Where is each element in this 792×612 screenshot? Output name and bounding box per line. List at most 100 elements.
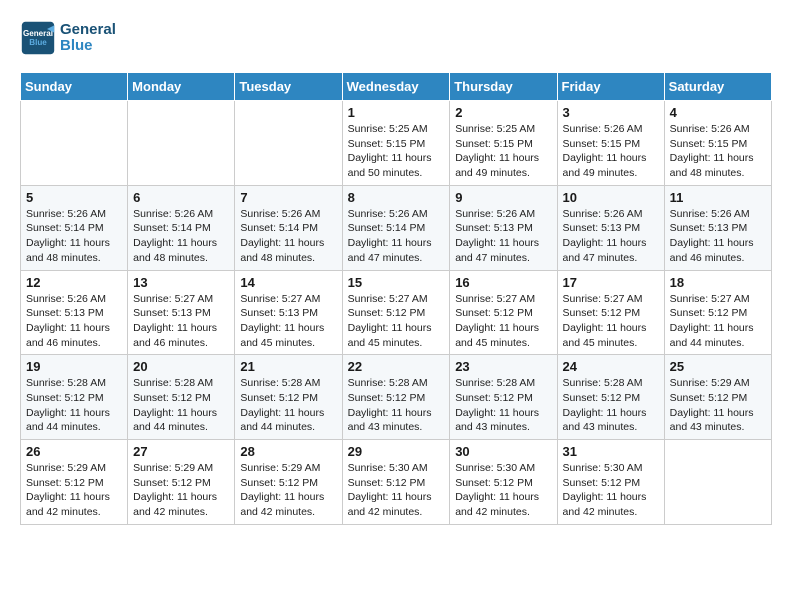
day-info: Sunrise: 5:28 AM Sunset: 5:12 PM Dayligh… — [240, 376, 336, 435]
calendar-header-row: SundayMondayTuesdayWednesdayThursdayFrid… — [21, 73, 772, 101]
calendar-cell: 12 Sunrise: 5:26 AM Sunset: 5:13 PM Dayli… — [21, 270, 128, 355]
logo: General Blue General Blue — [20, 20, 116, 56]
calendar-cell: 17 Sunrise: 5:27 AM Sunset: 5:12 PM Dayli… — [557, 270, 664, 355]
day-info: Sunrise: 5:26 AM Sunset: 5:15 PM Dayligh… — [670, 122, 766, 181]
calendar-cell: 31Sunrise: 5:30 AM Sunset: 5:12 PM Dayli… — [557, 440, 664, 525]
calendar-cell: 29 Sunrise: 5:30 AM Sunset: 5:12 PM Dayli… — [342, 440, 450, 525]
calendar-cell: 22Sunrise: 5:28 AM Sunset: 5:12 PM Dayli… — [342, 355, 450, 440]
day-number: 12 — [26, 275, 122, 290]
day-info: Sunrise: 5:29 AM Sunset: 5:12 PM Dayligh… — [240, 461, 336, 520]
svg-text:General: General — [23, 29, 53, 38]
day-info: Sunrise: 5:26 AM Sunset: 5:13 PM Dayligh… — [455, 207, 551, 266]
day-info: Sunrise: 5:25 AM Sunset: 5:15 PM Dayligh… — [455, 122, 551, 181]
day-number: 30 — [455, 444, 551, 459]
day-info: Sunrise: 5:26 AM Sunset: 5:14 PM Dayligh… — [348, 207, 445, 266]
calendar-cell: 9 Sunrise: 5:26 AM Sunset: 5:13 PM Daylig… — [450, 185, 557, 270]
calendar-cell: 4 Sunrise: 5:26 AM Sunset: 5:15 PM Daylig… — [664, 101, 771, 186]
column-header-sunday: Sunday — [21, 73, 128, 101]
day-number: 19 — [26, 359, 122, 374]
day-number: 29 — [348, 444, 445, 459]
calendar-cell: 28 Sunrise: 5:29 AM Sunset: 5:12 PM Dayli… — [235, 440, 342, 525]
column-header-thursday: Thursday — [450, 73, 557, 101]
calendar-week-row: 5Sunrise: 5:26 AM Sunset: 5:14 PM Daylig… — [21, 185, 772, 270]
day-number: 23 — [455, 359, 551, 374]
day-info: Sunrise: 5:27 AM Sunset: 5:12 PM Dayligh… — [670, 292, 766, 351]
calendar-week-row: 12 Sunrise: 5:26 AM Sunset: 5:13 PM Dayli… — [21, 270, 772, 355]
day-info: Sunrise: 5:30 AM Sunset: 5:12 PM Dayligh… — [348, 461, 445, 520]
day-number: 6 — [133, 190, 229, 205]
calendar-week-row: 19 Sunrise: 5:28 AM Sunset: 5:12 PM Dayli… — [21, 355, 772, 440]
day-number: 17 — [563, 275, 659, 290]
day-number: 26 — [26, 444, 122, 459]
day-number: 9 — [455, 190, 551, 205]
day-number: 10 — [563, 190, 659, 205]
day-number: 16 — [455, 275, 551, 290]
calendar-cell: 3 Sunrise: 5:26 AM Sunset: 5:15 PM Daylig… — [557, 101, 664, 186]
calendar-cell — [128, 101, 235, 186]
calendar-cell: 10Sunrise: 5:26 AM Sunset: 5:13 PM Dayli… — [557, 185, 664, 270]
calendar-cell: 23 Sunrise: 5:28 AM Sunset: 5:12 PM Dayli… — [450, 355, 557, 440]
day-info: Sunrise: 5:27 AM Sunset: 5:12 PM Dayligh… — [563, 292, 659, 351]
day-info: Sunrise: 5:28 AM Sunset: 5:12 PM Dayligh… — [563, 376, 659, 435]
day-number: 4 — [670, 105, 766, 120]
day-number: 28 — [240, 444, 336, 459]
day-number: 21 — [240, 359, 336, 374]
calendar-week-row: 1Sunrise: 5:25 AM Sunset: 5:15 PM Daylig… — [21, 101, 772, 186]
logo-text-line1: General — [60, 22, 116, 39]
column-header-friday: Friday — [557, 73, 664, 101]
day-info: Sunrise: 5:26 AM Sunset: 5:13 PM Dayligh… — [26, 292, 122, 351]
calendar-table: SundayMondayTuesdayWednesdayThursdayFrid… — [20, 72, 772, 525]
day-info: Sunrise: 5:29 AM Sunset: 5:12 PM Dayligh… — [26, 461, 122, 520]
calendar-cell: 7Sunrise: 5:26 AM Sunset: 5:14 PM Daylig… — [235, 185, 342, 270]
calendar-cell: 26 Sunrise: 5:29 AM Sunset: 5:12 PM Dayli… — [21, 440, 128, 525]
day-info: Sunrise: 5:28 AM Sunset: 5:12 PM Dayligh… — [133, 376, 229, 435]
day-number: 24 — [563, 359, 659, 374]
day-info: Sunrise: 5:28 AM Sunset: 5:12 PM Dayligh… — [455, 376, 551, 435]
day-number: 8 — [348, 190, 445, 205]
day-info: Sunrise: 5:28 AM Sunset: 5:12 PM Dayligh… — [26, 376, 122, 435]
calendar-cell: 2Sunrise: 5:25 AM Sunset: 5:15 PM Daylig… — [450, 101, 557, 186]
calendar-week-row: 26 Sunrise: 5:29 AM Sunset: 5:12 PM Dayli… — [21, 440, 772, 525]
day-info: Sunrise: 5:27 AM Sunset: 5:13 PM Dayligh… — [240, 292, 336, 351]
page-header: General Blue General Blue — [20, 20, 772, 56]
day-info: Sunrise: 5:25 AM Sunset: 5:15 PM Dayligh… — [348, 122, 445, 181]
day-info: Sunrise: 5:29 AM Sunset: 5:12 PM Dayligh… — [670, 376, 766, 435]
day-info: Sunrise: 5:29 AM Sunset: 5:12 PM Dayligh… — [133, 461, 229, 520]
column-header-tuesday: Tuesday — [235, 73, 342, 101]
day-info: Sunrise: 5:30 AM Sunset: 5:12 PM Dayligh… — [563, 461, 659, 520]
calendar-cell: 21 Sunrise: 5:28 AM Sunset: 5:12 PM Dayli… — [235, 355, 342, 440]
logo-text-line2: Blue — [60, 38, 116, 55]
day-info: Sunrise: 5:26 AM Sunset: 5:13 PM Dayligh… — [670, 207, 766, 266]
day-number: 22 — [348, 359, 445, 374]
calendar-cell: 24 Sunrise: 5:28 AM Sunset: 5:12 PM Dayli… — [557, 355, 664, 440]
calendar-cell: 25Sunrise: 5:29 AM Sunset: 5:12 PM Dayli… — [664, 355, 771, 440]
day-number: 27 — [133, 444, 229, 459]
day-number: 13 — [133, 275, 229, 290]
calendar-cell — [664, 440, 771, 525]
logo-icon: General Blue — [20, 20, 56, 56]
day-number: 7 — [240, 190, 336, 205]
column-header-wednesday: Wednesday — [342, 73, 450, 101]
calendar-cell: 30 Sunrise: 5:30 AM Sunset: 5:12 PM Dayli… — [450, 440, 557, 525]
day-number: 14 — [240, 275, 336, 290]
calendar-cell: 19 Sunrise: 5:28 AM Sunset: 5:12 PM Dayli… — [21, 355, 128, 440]
day-info: Sunrise: 5:26 AM Sunset: 5:15 PM Dayligh… — [563, 122, 659, 181]
day-number: 3 — [563, 105, 659, 120]
calendar-cell: 13 Sunrise: 5:27 AM Sunset: 5:13 PM Dayli… — [128, 270, 235, 355]
calendar-cell: 20Sunrise: 5:28 AM Sunset: 5:12 PM Dayli… — [128, 355, 235, 440]
calendar-cell: 1Sunrise: 5:25 AM Sunset: 5:15 PM Daylig… — [342, 101, 450, 186]
calendar-cell: 8 Sunrise: 5:26 AM Sunset: 5:14 PM Daylig… — [342, 185, 450, 270]
calendar-cell: 15Sunrise: 5:27 AM Sunset: 5:12 PM Dayli… — [342, 270, 450, 355]
calendar-cell: 18Sunrise: 5:27 AM Sunset: 5:12 PM Dayli… — [664, 270, 771, 355]
day-info: Sunrise: 5:26 AM Sunset: 5:14 PM Dayligh… — [133, 207, 229, 266]
day-info: Sunrise: 5:27 AM Sunset: 5:12 PM Dayligh… — [348, 292, 445, 351]
svg-text:Blue: Blue — [29, 38, 47, 47]
calendar-cell: 5Sunrise: 5:26 AM Sunset: 5:14 PM Daylig… — [21, 185, 128, 270]
column-header-monday: Monday — [128, 73, 235, 101]
day-number: 11 — [670, 190, 766, 205]
day-info: Sunrise: 5:27 AM Sunset: 5:13 PM Dayligh… — [133, 292, 229, 351]
day-info: Sunrise: 5:27 AM Sunset: 5:12 PM Dayligh… — [455, 292, 551, 351]
calendar-cell: 16 Sunrise: 5:27 AM Sunset: 5:12 PM Dayli… — [450, 270, 557, 355]
day-info: Sunrise: 5:30 AM Sunset: 5:12 PM Dayligh… — [455, 461, 551, 520]
calendar-cell: 11 Sunrise: 5:26 AM Sunset: 5:13 PM Dayli… — [664, 185, 771, 270]
